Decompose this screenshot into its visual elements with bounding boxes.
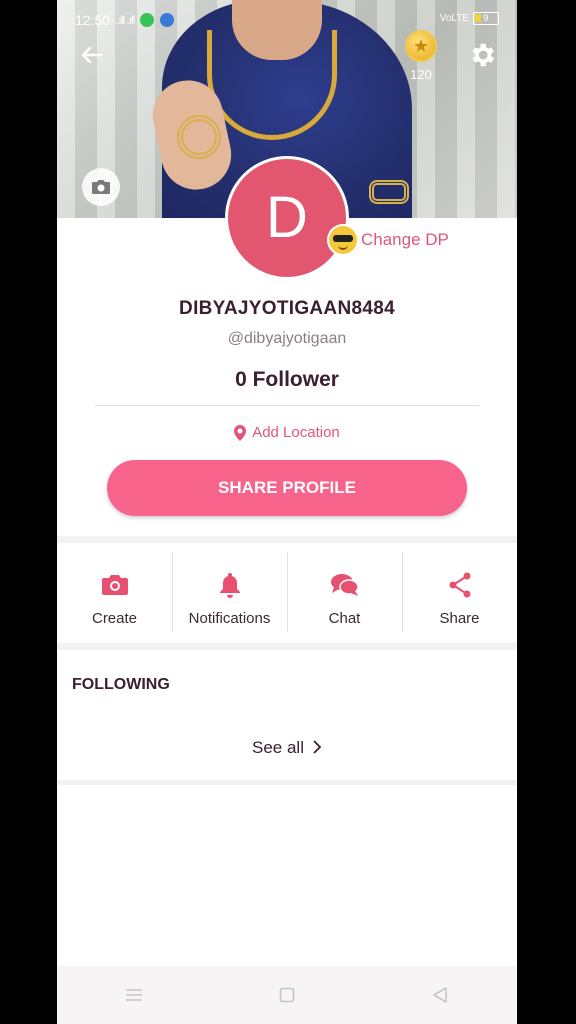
- cover-bangles: [177, 115, 221, 159]
- follower-count[interactable]: 0 Follower: [57, 368, 517, 392]
- coin-symbol: ★: [412, 36, 430, 56]
- coin-count: 120: [410, 67, 432, 82]
- bell-icon: [215, 570, 245, 600]
- call-icon: [160, 13, 175, 27]
- signal-icon: .ıll .ıll: [116, 13, 135, 27]
- avatar[interactable]: D: [225, 156, 349, 280]
- avatar-letter: D: [266, 185, 308, 250]
- share-button[interactable]: Share: [402, 552, 517, 642]
- whatsapp-icon: [140, 13, 155, 27]
- section-separator: [57, 643, 517, 650]
- battery-icon: 9: [473, 12, 499, 25]
- share-label: Share: [439, 610, 480, 627]
- coin-icon[interactable]: ★: [405, 30, 437, 62]
- profile-screen: 12:50 .ıll .ıll VoLTE 9 ★ 120 D Change D…: [57, 0, 517, 1024]
- add-location-link[interactable]: Add Location: [57, 424, 517, 441]
- following-heading: FOLLOWING: [72, 676, 170, 693]
- chat-icon: [330, 570, 360, 600]
- chat-button[interactable]: Chat: [287, 552, 402, 642]
- see-all-label: See all: [252, 738, 304, 757]
- camera-icon: [100, 570, 130, 600]
- volte-label: VoLTE: [439, 13, 469, 24]
- notifications-button[interactable]: Notifications: [172, 552, 287, 642]
- profile-handle: @dibyajyotigaan: [227, 330, 347, 347]
- change-cover-camera-icon[interactable]: [82, 168, 120, 206]
- back-arrow-icon[interactable]: [79, 42, 109, 72]
- create-label: Create: [91, 610, 138, 627]
- location-pin-icon: [234, 424, 247, 441]
- chevron-right-icon: [313, 740, 322, 754]
- back-triangle-icon[interactable]: [425, 980, 455, 1010]
- divider: [95, 405, 479, 406]
- cover-bangles-right: [369, 180, 409, 204]
- share-profile-button[interactable]: SHARE PROFILE: [107, 460, 467, 516]
- chat-label: Chat: [328, 610, 361, 627]
- home-icon[interactable]: [272, 980, 302, 1010]
- status-bar-right: VoLTE 9: [440, 12, 499, 25]
- share-icon: [445, 570, 475, 600]
- change-dp-label: Change DP: [361, 230, 449, 249]
- menu-icon[interactable]: [119, 980, 149, 1010]
- system-nav-bar: [57, 966, 517, 1024]
- change-dp-button[interactable]: Change DP: [327, 224, 455, 256]
- profile-username: DIBYAJYOTIGAAN8484: [179, 298, 395, 319]
- status-time: 12:50: [75, 12, 111, 28]
- gear-icon[interactable]: [467, 40, 497, 70]
- section-separator: [57, 780, 517, 785]
- create-button[interactable]: Create: [57, 552, 172, 642]
- status-bar-left: 12:50 .ıll .ıll: [75, 12, 175, 28]
- notifications-label: Notifications: [188, 610, 271, 627]
- sunglasses-emoji-icon: [329, 226, 357, 254]
- section-separator: [57, 536, 517, 543]
- battery-level: 9: [483, 13, 489, 23]
- add-location-label: Add Location: [252, 424, 340, 441]
- action-bar: Create Notifications Chat Share: [57, 552, 517, 642]
- see-all-link[interactable]: See all: [57, 738, 517, 758]
